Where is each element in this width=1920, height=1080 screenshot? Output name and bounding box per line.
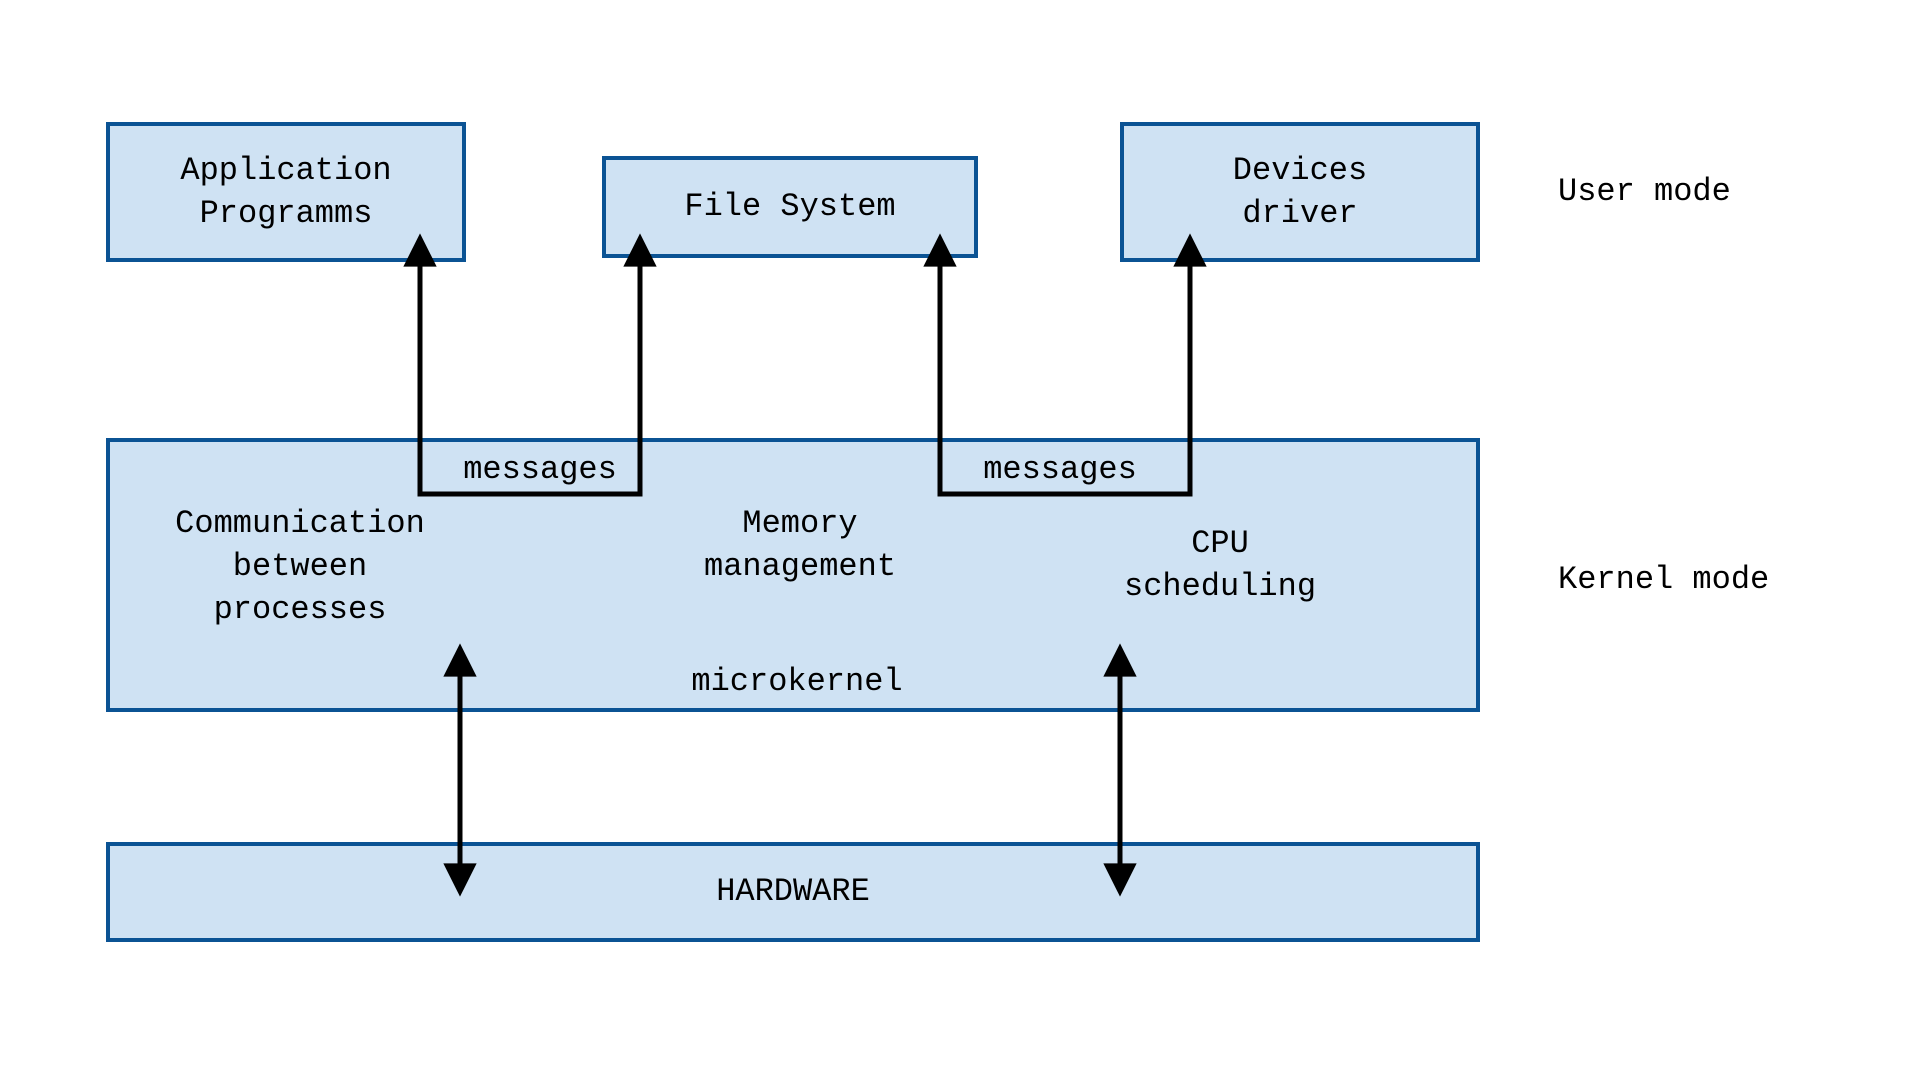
label-messages-left: messages	[430, 448, 650, 491]
kernel-caption: microkernel	[110, 660, 1484, 703]
box-file-system: File System	[602, 156, 978, 258]
label-user-mode: User mode	[1558, 170, 1878, 213]
label-messages-right: messages	[950, 448, 1170, 491]
box-application-programs-label: ApplicationProgramms	[180, 149, 391, 235]
box-microkernel: Communicationbetweenprocesses Memorymana…	[106, 438, 1480, 712]
diagram-canvas: ApplicationProgramms File System Devices…	[0, 0, 1920, 1080]
kernel-ipc-label: Communicationbetweenprocesses	[140, 502, 460, 632]
box-file-system-label: File System	[684, 185, 895, 228]
kernel-memory-label: Memorymanagement	[650, 502, 950, 588]
box-hardware-label: HARDWARE	[716, 870, 870, 913]
box-devices-driver-label: Devicesdriver	[1233, 149, 1367, 235]
box-devices-driver: Devicesdriver	[1120, 122, 1480, 262]
box-hardware: HARDWARE	[106, 842, 1480, 942]
box-application-programs: ApplicationProgramms	[106, 122, 466, 262]
kernel-cpu-label: CPUscheduling	[1070, 522, 1370, 608]
label-kernel-mode: Kernel mode	[1558, 558, 1878, 601]
